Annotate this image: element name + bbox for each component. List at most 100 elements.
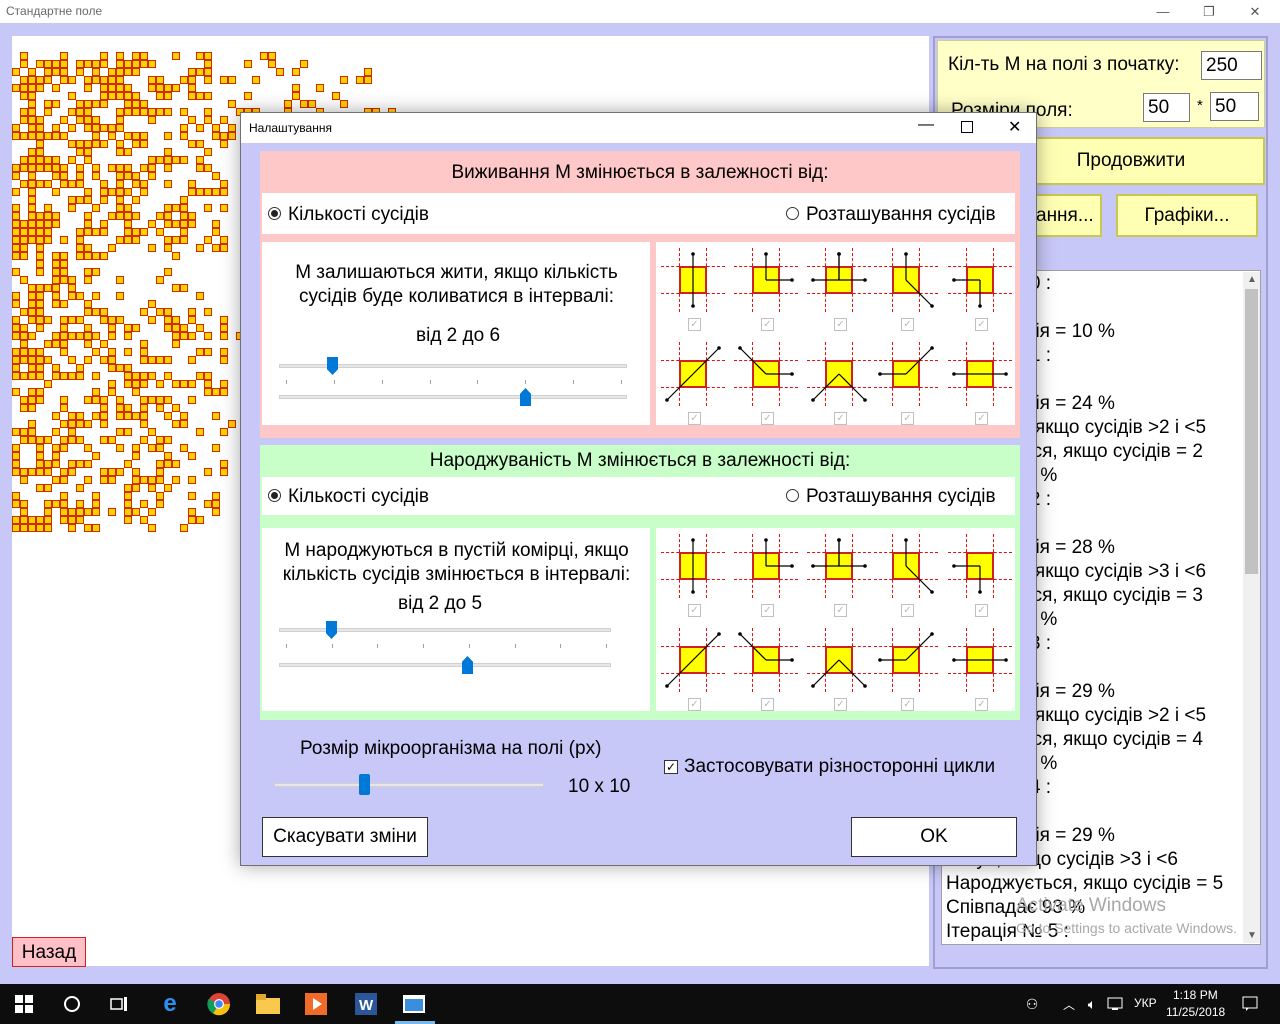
back-button[interactable]: Назад [12,937,86,967]
organism-cell [172,380,180,388]
notifications-icon[interactable] [1236,990,1264,1018]
survival-radio-count[interactable] [268,207,281,220]
people-icon[interactable]: ⚇ [1018,990,1046,1018]
neighbour-pattern-checkbox[interactable]: ✓ [975,698,988,711]
organism-cell [12,132,20,140]
field-width-input[interactable]: 50 [1143,93,1190,122]
slider-tick [469,644,470,648]
organism-cell [108,76,116,84]
neighbour-pattern-checkbox[interactable]: ✓ [901,698,914,711]
survival-max-track[interactable] [279,395,627,399]
organism-cell [92,388,100,396]
neighbour-pattern-checkbox[interactable]: ✓ [761,318,774,331]
clock-date[interactable]: 11/25/2018 [1166,1005,1225,1019]
start-icon[interactable] [10,990,38,1018]
organism-cell [84,460,92,468]
graphs-button[interactable]: Графіки... [1116,194,1258,237]
cycles-label[interactable]: Застосовувати різносторонні цикли [684,756,995,778]
edge-icon[interactable]: e [156,990,184,1018]
organism-cell [36,140,44,148]
birth-radio-position-label[interactable]: Розташування сусідів [806,486,996,508]
birth-radio-count-label[interactable]: Кількості сусідів [288,486,429,508]
language-indicator[interactable]: УКР [1134,996,1157,1010]
organism-cell [44,156,52,164]
organism-cell [204,348,212,356]
slider-tick [332,644,333,648]
neighbour-pattern-checkbox[interactable]: ✓ [761,698,774,711]
organism-cell [20,524,28,532]
organism-cell [196,324,204,332]
size-track[interactable] [274,783,544,787]
media-player-icon[interactable] [302,990,330,1018]
organism-cell [140,516,148,524]
neighbour-pattern-checkbox[interactable]: ✓ [834,412,847,425]
organism-cell [60,236,68,244]
neighbour-pattern-checkbox[interactable]: ✓ [688,412,701,425]
survival-radio-position-label[interactable]: Розташування сусідів [806,204,996,226]
app-window-icon[interactable] [400,990,428,1018]
neighbour-pattern-checkbox[interactable]: ✓ [975,412,988,425]
settings-button[interactable]: ання... [1030,194,1102,237]
scroll-up-icon[interactable]: ▲ [1247,274,1257,285]
neighbour-pattern-checkbox[interactable]: ✓ [901,412,914,425]
organism-cell [68,524,76,532]
close-button[interactable]: ✕ [1232,0,1278,23]
neighbour-pattern-checkbox[interactable]: ✓ [688,604,701,617]
neighbour-pattern-checkbox[interactable]: ✓ [761,604,774,617]
neighbour-pattern-checkbox[interactable]: ✓ [901,318,914,331]
neighbour-pattern-checkbox[interactable]: ✓ [688,318,701,331]
survival-radio-count-label[interactable]: Кількості сусідів [288,204,429,226]
dialog-close-icon[interactable]: ✕ [1008,117,1021,137]
search-icon[interactable] [58,990,86,1018]
word-icon[interactable]: W [352,990,380,1018]
organism-cell [188,140,196,148]
dialog-minimize-icon[interactable]: — [918,116,934,134]
organism-cell [132,92,140,100]
organism-cell [100,220,108,228]
organism-cell [28,204,36,212]
organism-cell [148,444,156,452]
clock-time[interactable]: 1:18 PM [1173,988,1218,1002]
organism-cell [180,444,188,452]
organism-cell [164,460,172,468]
organism-cell [68,292,76,300]
cancel-changes-button[interactable]: Скасувати зміни [262,817,428,857]
neighbour-pattern-checkbox[interactable]: ✓ [901,604,914,617]
organism-cell [340,76,348,84]
organism-cell [140,500,148,508]
birth-radio-position[interactable] [786,489,799,502]
neighbour-pattern-checkbox[interactable]: ✓ [975,318,988,331]
minimize-button[interactable]: — [1140,0,1186,23]
organism-cell [204,204,212,212]
network-icon[interactable] [1101,990,1129,1018]
birth-radio-count[interactable] [268,489,281,502]
organism-cell [20,220,28,228]
organism-cell [116,236,124,244]
task-view-icon[interactable] [105,990,133,1018]
neighbour-pattern-checkbox[interactable]: ✓ [688,698,701,711]
survival-radio-position[interactable] [786,207,799,220]
neighbour-pattern-checkbox[interactable]: ✓ [834,318,847,331]
field-height-input[interactable]: 50 [1210,92,1259,121]
dialog-maximize-icon[interactable] [961,121,973,133]
organism-cell [60,316,68,324]
log-scroll-thumb[interactable] [1245,289,1258,574]
neighbour-pattern-checkbox[interactable]: ✓ [761,412,774,425]
birth-max-track[interactable] [279,663,611,667]
neighbour-pattern-checkbox[interactable]: ✓ [975,604,988,617]
organism-cell [164,244,172,252]
organism-cell [108,164,116,172]
ok-button[interactable]: OK [851,817,1017,857]
neighbour-pattern-checkbox[interactable]: ✓ [834,604,847,617]
organism-cell [148,244,156,252]
restore-button[interactable]: ❐ [1186,0,1232,23]
cycles-checkbox[interactable]: ✓ [664,760,678,774]
organism-cell [124,84,132,92]
file-explorer-icon[interactable] [254,990,282,1018]
size-thumb[interactable] [359,774,370,795]
neighbour-pattern-checkbox[interactable]: ✓ [834,698,847,711]
organism-cell [172,340,180,348]
scroll-down-icon[interactable]: ▼ [1247,930,1257,941]
initial-count-input[interactable]: 250 [1201,51,1262,80]
chrome-icon[interactable] [205,990,233,1018]
